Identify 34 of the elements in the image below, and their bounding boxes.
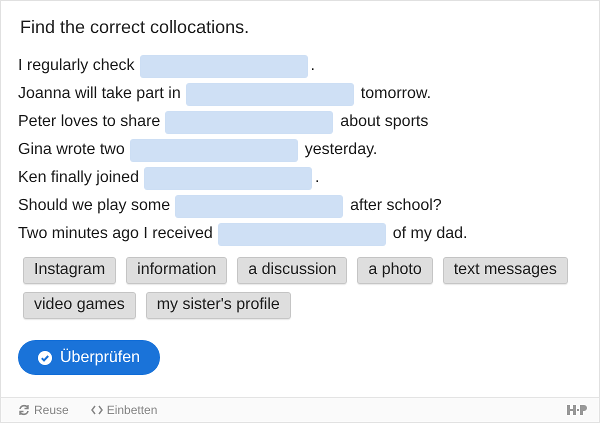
sentence-text: after school? [350, 197, 442, 215]
sentence-text: Peter loves to share [18, 113, 160, 131]
sentence-text: about sports [340, 113, 428, 131]
sentence-text: yesterday. [304, 141, 378, 159]
sentence-text: Gina wrote two [18, 141, 125, 159]
sentence-text: Ken finally joined [18, 169, 139, 187]
drop-zone[interactable] [165, 110, 334, 134]
h5p-logo-icon [567, 405, 587, 415]
sentence-text: Two minutes ago I received [18, 225, 213, 243]
drop-zone[interactable] [218, 222, 386, 246]
word-chip[interactable]: Instagram [23, 257, 116, 284]
reload-icon [18, 404, 30, 416]
sentence-text: . [314, 169, 320, 187]
word-chip[interactable]: information [126, 257, 228, 284]
drop-zone[interactable] [140, 54, 308, 78]
sentence-text: I regularly check [18, 57, 134, 75]
word-chip[interactable]: a discussion [237, 257, 348, 284]
drop-zone[interactable] [186, 82, 354, 106]
task-title: Find the correct collocations. [20, 17, 250, 38]
check-button[interactable]: Überprüfen [18, 340, 160, 375]
sentence-text: Joanna will take part in [18, 85, 181, 103]
word-chip[interactable]: text messages [442, 257, 568, 284]
code-icon [90, 405, 103, 415]
word-chip[interactable]: a photo [357, 257, 433, 284]
sentence-text: Should we play some [18, 197, 170, 215]
check-icon [38, 350, 52, 364]
drop-zone[interactable] [144, 166, 312, 190]
sentence-text: . [310, 57, 315, 75]
sentence-text: of my dad. [392, 225, 468, 243]
drop-zone[interactable] [175, 194, 344, 218]
word-chip[interactable]: video games [23, 292, 136, 319]
drop-zone[interactable] [130, 138, 298, 162]
sentence-text: tomorrow. [360, 85, 432, 103]
word-chip[interactable]: my sister's profile [146, 292, 291, 319]
